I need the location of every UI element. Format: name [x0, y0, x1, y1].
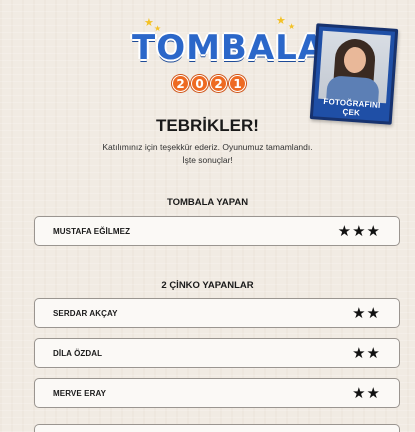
player-name: MERVE ERAY: [53, 388, 107, 398]
tombala-logo: ★ ★ ★ ★ TOMBALA 2 0 2 1: [128, 14, 324, 94]
star-icon: ★: [276, 15, 286, 27]
year-digit: 2: [172, 75, 189, 92]
player-name: SERDAR AKÇAY: [53, 308, 118, 318]
logo-year: 2 0 2 1: [172, 75, 246, 92]
star-rating-icon: ★★★: [337, 223, 381, 240]
cinko-section-title: 2 ÇİNKO YAPANLAR: [161, 280, 254, 291]
star-rating-icon: ★★: [352, 385, 381, 402]
page-title: TEBRİKLER!: [156, 116, 259, 135]
star-rating-icon: ★★: [352, 345, 381, 362]
year-digit: 0: [191, 75, 208, 92]
take-photo-button[interactable]: FOTOĞRAFINI ÇEK: [309, 23, 399, 125]
year-digit: 1: [229, 75, 246, 92]
list-item: MERVE ERAY ★★: [34, 378, 400, 408]
player-name: DİLA ÖZDAL: [53, 348, 103, 358]
player-name: MUSTAFA EĞİLMEZ: [53, 226, 131, 236]
list-item: [34, 424, 400, 432]
thanks-text: Katılımınız için teşekkür ederiz. Oyunum…: [102, 142, 313, 152]
list-item: MUSTAFA EĞİLMEZ ★★★: [34, 216, 400, 246]
list-item: DİLA ÖZDAL ★★: [34, 338, 400, 368]
photo-preview: [318, 30, 391, 104]
list-item: SERDAR AKÇAY ★★: [34, 298, 400, 328]
tombala-section-title: TOMBALA YAPAN: [166, 197, 249, 208]
year-digit: 2: [210, 75, 227, 92]
star-rating-icon: ★★: [352, 305, 381, 322]
results-intro-text: İşte sonuçlar!: [182, 155, 233, 165]
logo-title: TOMBALA: [132, 28, 326, 68]
